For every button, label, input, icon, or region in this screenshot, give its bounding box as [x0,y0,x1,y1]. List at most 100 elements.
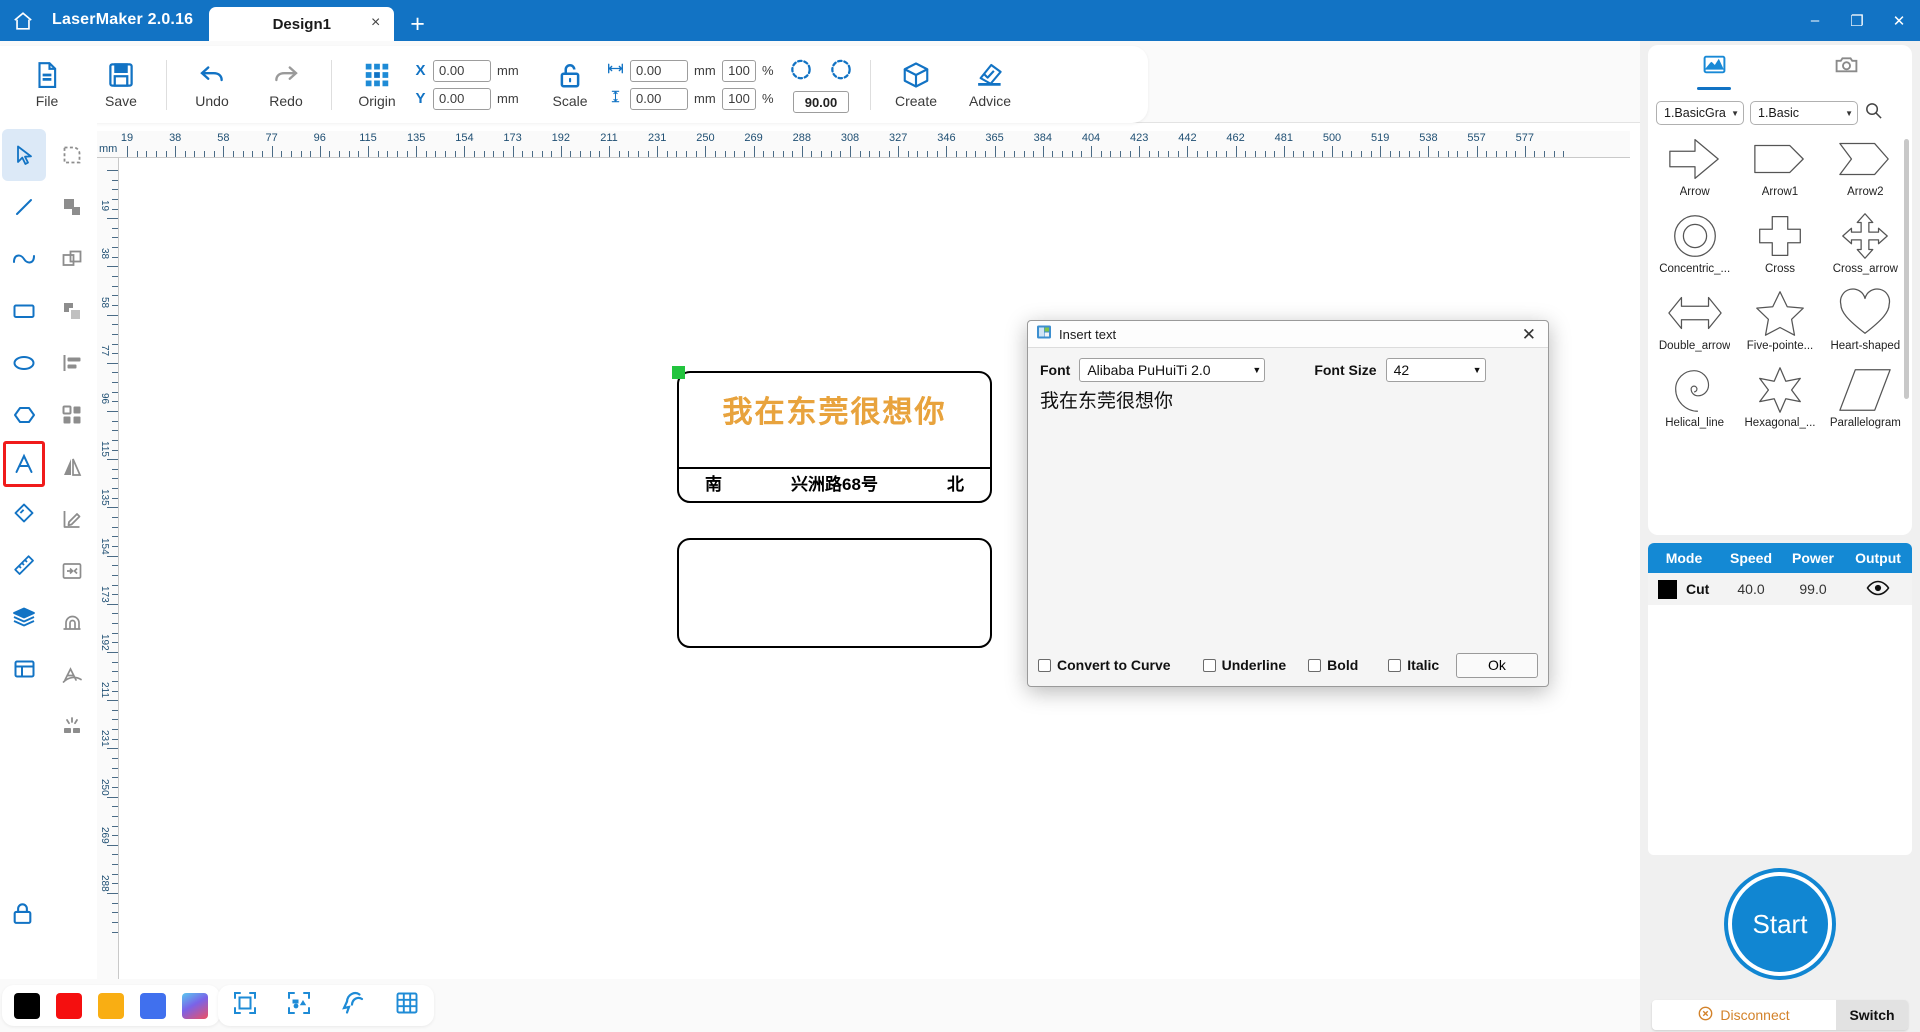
arc-text-tool[interactable] [50,649,94,701]
switch-button[interactable]: Switch [1836,1000,1908,1030]
italic-checkbox[interactable]: Italic [1388,657,1439,673]
color-swatch-blue[interactable] [140,992,166,1019]
measure-tool[interactable] [2,539,46,591]
extract-tool[interactable] [50,545,94,597]
close-button[interactable]: ✕ [1878,0,1920,41]
layers-tool[interactable] [2,591,46,643]
shape-arrow1[interactable]: Arrow1 [1737,133,1822,210]
color-swatch-black[interactable] [14,992,40,1019]
category-select[interactable]: 1.BasicGrap ▼ [1656,101,1744,125]
home-icon[interactable] [0,0,46,41]
shape-parallelogram[interactable]: Parallelogram [1823,364,1908,441]
shape-heart[interactable]: Heart-shaped [1823,287,1908,364]
camera-tab[interactable] [1780,45,1912,97]
draw-edit-tool[interactable] [50,493,94,545]
library-tab[interactable] [1648,45,1780,97]
library-scrollbar[interactable] [1904,139,1909,399]
text-tool[interactable] [3,441,45,487]
shape-double-arrow[interactable]: Double_arrow [1652,287,1737,364]
dialog-title-bar[interactable]: Insert text ✕ [1028,321,1548,348]
rotate-left-icon[interactable] [788,56,814,87]
select-objects-icon[interactable] [286,990,312,1021]
rail-secondary-column [48,123,96,979]
y-input[interactable] [433,87,491,110]
layout-tool[interactable] [2,643,46,695]
mirror-tool[interactable] [50,441,94,493]
explode-tool[interactable] [50,701,94,753]
rotation-input[interactable] [793,91,849,113]
design-plate-top[interactable]: 我在东莞很想你 南 兴洲路68号 北 [677,371,992,503]
width-input[interactable] [630,59,688,82]
magnet-icon[interactable] [340,990,366,1021]
document-tab-design1[interactable]: Design1 × [209,7,395,41]
duplicate-tool[interactable] [50,233,94,285]
save-button[interactable]: Save [84,60,158,109]
select-frame-icon[interactable] [232,990,258,1021]
origin-button[interactable]: Origin [340,60,414,109]
line-tool[interactable] [2,181,46,233]
create-button[interactable]: Create [879,60,953,109]
subtract-tool[interactable] [50,285,94,337]
redo-button[interactable]: Redo [249,60,323,109]
rectangle-tool[interactable] [2,285,46,337]
undo-button[interactable]: Undo [175,60,249,109]
select-tool[interactable] [2,129,46,181]
selection-handle[interactable] [672,366,685,379]
start-button[interactable]: Start [1728,872,1832,976]
height-input[interactable] [630,87,688,110]
scale-lock-button[interactable]: Scale [533,60,607,109]
grid-icon[interactable] [394,990,420,1021]
ruler-top[interactable]: 19 38 58 77 96 115 135 154 173 192 211 231 250 269 288… [97,131,1630,158]
bold-checkbox[interactable]: Bold [1308,657,1358,673]
table-row[interactable]: Cut 40.0 99.0 [1648,573,1912,605]
close-icon[interactable]: ✕ [1518,326,1540,343]
union-tool[interactable] [50,181,94,233]
minimize-button[interactable]: – [1794,0,1836,41]
tab-close-icon[interactable]: × [371,15,380,31]
eye-icon[interactable] [1844,579,1912,600]
advice-button[interactable]: Advice [953,60,1027,109]
mode-power-value[interactable]: 99.0 [1782,581,1844,597]
mode-color-swatch[interactable] [1658,579,1677,599]
text-input[interactable] [1040,388,1538,608]
shape-hexagonal-star[interactable]: Hexagonal_... [1737,364,1822,441]
shape-cross[interactable]: Cross [1737,210,1822,287]
new-tab-button[interactable]: + [394,12,439,41]
font-size-select[interactable]: 42 ▼ [1385,358,1486,382]
shape-arrow[interactable]: Arrow [1652,133,1737,210]
convert-to-curve-checkbox[interactable]: Convert to Curve [1038,657,1171,673]
design-plate-bottom[interactable] [677,538,992,648]
ruler-left[interactable]: 0193858779611513515417319221123125026928… [97,158,119,979]
eraser-tool[interactable] [2,487,46,539]
polygon-tool[interactable] [2,389,46,441]
shape-concentric-circle[interactable]: Concentric_... [1652,210,1737,287]
ok-button[interactable]: Ok [1456,652,1538,678]
shape-helical-line[interactable]: Helical_line [1652,364,1737,441]
rotate-right-icon[interactable] [828,56,854,87]
search-icon[interactable] [1864,101,1883,125]
file-button[interactable]: File [10,60,84,109]
maximize-button[interactable]: ❐ [1836,0,1878,41]
x-input[interactable] [433,59,491,82]
group-tool[interactable] [50,389,94,441]
shape-cross-arrow[interactable]: Cross_arrow [1823,210,1908,287]
shape-arrow2[interactable]: Arrow2 [1823,133,1908,210]
ellipse-tool[interactable] [2,337,46,389]
color-swatch-red[interactable] [56,992,82,1019]
lock-icon[interactable] [10,901,35,931]
width-percent-input[interactable] [722,59,756,82]
underline-checkbox[interactable]: Underline [1202,657,1286,673]
font-select[interactable]: Alibaba PuHuiTi 2.0 ▼ [1079,358,1266,382]
align-tool[interactable] [50,337,94,389]
color-swatch-orange[interactable] [98,992,124,1019]
subcategory-select[interactable]: 1.Basic ▼ [1750,101,1858,125]
height-percent-input[interactable] [722,87,756,110]
curve-tool[interactable] [2,233,46,285]
color-swatch-gradient[interactable] [182,992,208,1019]
mode-speed-value[interactable]: 40.0 [1720,581,1782,597]
engrave-tool[interactable] [50,597,94,649]
disconnect-button[interactable]: Disconnect [1652,1000,1836,1030]
node-edit-tool[interactable] [50,129,94,181]
shape-five-pointed-star[interactable]: Five-pointe... [1737,287,1822,364]
shape-label: Double_arrow [1658,340,1731,352]
